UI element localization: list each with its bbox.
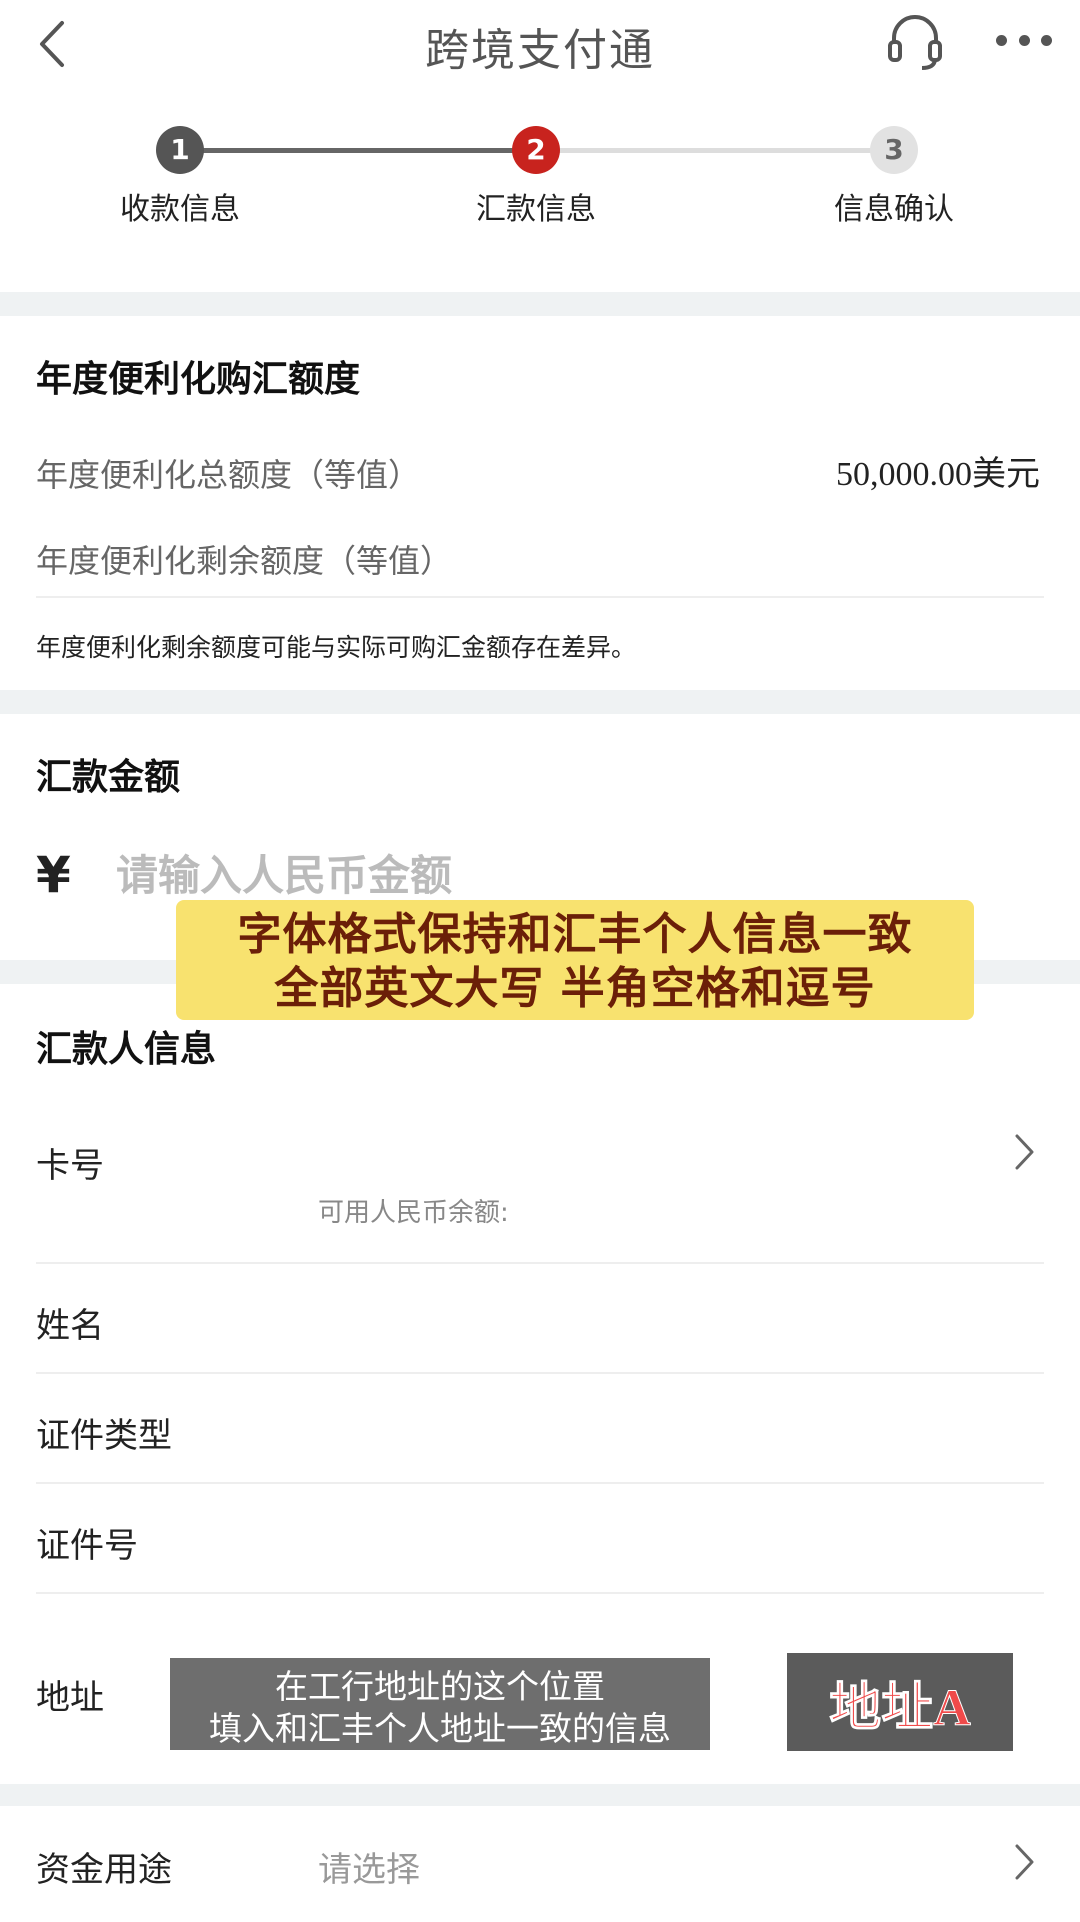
total-quota-label: 年度便利化总额度（等值） — [36, 456, 421, 494]
caption-line: 填入和汇丰个人地址一致的信息 — [209, 1712, 671, 1748]
more-button[interactable] — [996, 18, 1052, 62]
yellow-caption: 字体格式保持和汇丰个人信息一致 全部英文大写 半角空格和逗号 — [176, 900, 974, 1020]
section-divider — [0, 690, 1080, 714]
step-number: 1 — [156, 126, 204, 174]
fund-purpose-label[interactable]: 资金用途 — [36, 1842, 172, 1891]
remaining-quota-label: 年度便利化剩余额度（等值） — [36, 542, 453, 580]
currency-symbol: ¥ — [36, 846, 71, 904]
quota-section-title: 年度便利化购汇额度 — [36, 359, 361, 400]
badge-text: 地址A — [829, 1679, 972, 1737]
more-dot — [1018, 34, 1030, 46]
amount-row: ¥ — [36, 846, 816, 904]
address-badge: 地址A — [787, 1653, 1013, 1751]
more-dot — [1041, 34, 1052, 46]
total-quota-value: 50,000.00美元 — [836, 456, 1040, 493]
step-label: 信息确认 — [834, 192, 954, 227]
fund-purpose-select[interactable]: 请选择 — [318, 1842, 420, 1891]
headset-icon — [888, 15, 942, 70]
quota-note: 年度便利化剩余额度可能与实际可购汇金额存在差异。 — [36, 633, 637, 662]
name-label[interactable]: 姓名 — [36, 1298, 104, 1347]
divider-line — [36, 1592, 1044, 1594]
chevron-right-icon[interactable] — [1012, 1132, 1038, 1172]
caption-line: 全部英文大写 半角空格和逗号 — [274, 963, 876, 1014]
step-confirm-info: 3 信息确认 — [794, 120, 994, 228]
id-type-label[interactable]: 证件类型 — [36, 1408, 172, 1457]
card-number-label[interactable]: 卡号 — [36, 1138, 104, 1187]
amount-section-title: 汇款金额 — [36, 757, 181, 798]
chevron-right-icon[interactable] — [1012, 1842, 1038, 1882]
address-label[interactable]: 地址 — [36, 1670, 104, 1719]
step-label: 汇款信息 — [476, 192, 596, 227]
step-indicator: 1 收款信息 2 汇款信息 3 信息确认 — [0, 120, 1080, 230]
step-label: 收款信息 — [120, 192, 240, 227]
caption-line: 在工行地址的这个位置 — [275, 1670, 605, 1706]
more-dot — [996, 34, 1007, 46]
gray-caption: 在工行地址的这个位置 填入和汇丰个人地址一致的信息 — [170, 1658, 710, 1750]
step-receipt-info: 1 收款信息 — [80, 120, 280, 228]
customer-service-button[interactable] — [884, 10, 946, 72]
step-number: 2 — [512, 126, 560, 174]
divider-line — [36, 1262, 1044, 1264]
nav-bar: 跨境支付通 — [0, 0, 1080, 90]
step-number: 3 — [870, 126, 918, 174]
divider-line — [36, 1482, 1044, 1484]
remitter-section-title: 汇款人信息 — [36, 1029, 217, 1070]
id-number-label[interactable]: 证件号 — [36, 1518, 138, 1567]
section-divider — [0, 292, 1080, 316]
caption-line: 字体格式保持和汇丰个人信息一致 — [237, 909, 913, 960]
divider-line — [36, 596, 1044, 598]
amount-input[interactable] — [116, 850, 816, 900]
balance-label: 可用人民币余额: — [318, 1198, 509, 1228]
step-remittance-info: 2 汇款信息 — [436, 120, 636, 228]
section-divider — [0, 1784, 1080, 1806]
divider-line — [36, 1372, 1044, 1374]
